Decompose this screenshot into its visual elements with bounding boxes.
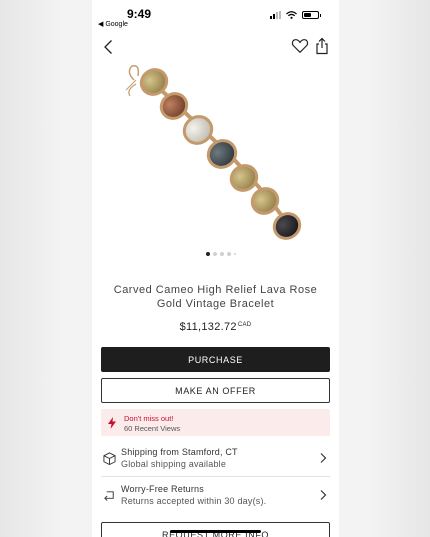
- purchase-button[interactable]: PURCHASE: [101, 347, 330, 372]
- pager-dot[interactable]: [234, 253, 236, 255]
- chevron-right-icon: [320, 490, 327, 500]
- pager-dot[interactable]: [227, 252, 231, 256]
- returns-subtitle: Returns accepted within 30 day(s).: [121, 496, 267, 506]
- battery-icon: [302, 11, 319, 19]
- divider: [101, 476, 330, 477]
- pager-dot[interactable]: [220, 252, 224, 256]
- lightning-icon: [108, 417, 116, 429]
- product-price: $11,132.72CAD: [92, 321, 339, 333]
- make-offer-button[interactable]: MAKE AN OFFER: [101, 378, 330, 403]
- home-indicator[interactable]: [170, 530, 261, 533]
- price-amount: $11,132.72: [179, 321, 237, 333]
- demand-alert: Don't miss out! 60 Recent Views: [101, 409, 330, 436]
- heart-icon[interactable]: [291, 37, 309, 55]
- share-icon[interactable]: [314, 37, 330, 55]
- pager-dot[interactable]: [206, 252, 210, 256]
- product-image[interactable]: [122, 62, 312, 242]
- alert-title: Don't miss out!: [124, 414, 174, 423]
- chevron-right-icon: [320, 453, 327, 463]
- price-currency: CAD: [237, 322, 252, 328]
- product-title: Carved Cameo High Relief Lava Rose Gold …: [113, 284, 318, 310]
- shipping-title: Shipping from Stamford, CT: [121, 447, 238, 457]
- package-icon: [103, 452, 116, 465]
- back-to-app-link[interactable]: ◀ Google: [98, 20, 128, 28]
- back-chevron-icon[interactable]: [99, 37, 119, 57]
- return-arrow-icon: [104, 491, 114, 501]
- pager-dot[interactable]: [213, 252, 217, 256]
- alert-subtitle: 60 Recent Views: [124, 424, 181, 433]
- returns-row[interactable]: Worry-Free Returns Returns accepted with…: [101, 482, 330, 512]
- wifi-icon: [286, 11, 297, 19]
- shipping-subtitle: Global shipping available: [121, 459, 227, 469]
- status-icons: [270, 11, 321, 19]
- phone-screen: 9:49 ◀ Google Carved Cameo High Relief L…: [92, 0, 339, 537]
- status-time: 9:49: [127, 7, 152, 21]
- signal-icon: [270, 11, 281, 19]
- returns-title: Worry-Free Returns: [121, 484, 204, 494]
- image-pager[interactable]: [206, 252, 236, 256]
- shipping-row[interactable]: Shipping from Stamford, CT Global shippi…: [101, 445, 330, 475]
